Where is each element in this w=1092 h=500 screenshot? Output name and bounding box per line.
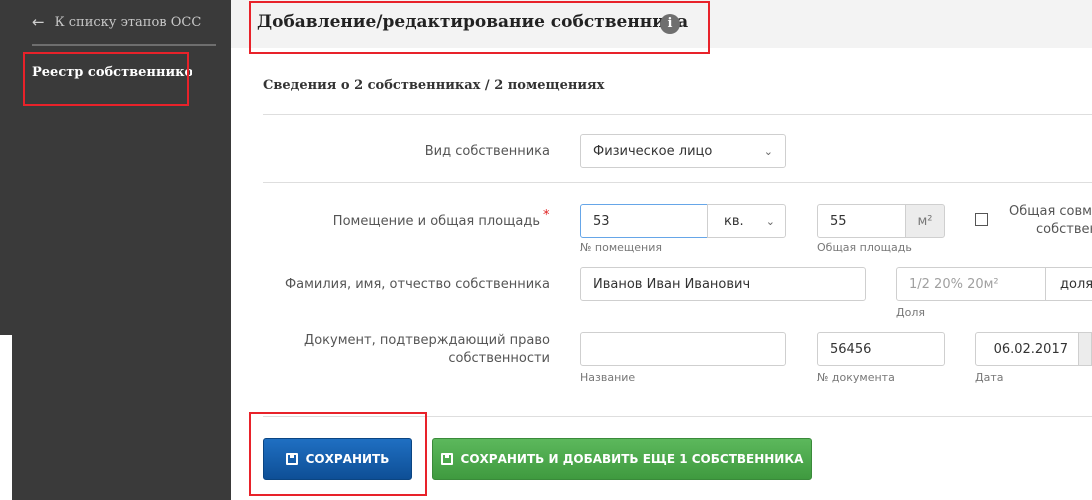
premises-number-value: 53 [593,213,610,229]
save-and-add-button-label: СОХРАНИТЬ И ДОБАВИТЬ ЕЩЕ 1 СОБСТВЕННИКА [460,452,804,466]
document-number-hint: № документа [817,371,895,384]
document-date-hint: Дата [975,371,1004,384]
sidebar-divider [32,44,216,46]
premises-label: Помещение и общая площадь [332,214,540,229]
joint-ownership-checkbox[interactable] [975,213,988,226]
save-button[interactable]: СОХРАНИТЬ [263,438,412,480]
owner-type-select[interactable]: Физическое лицо ⌄ [580,134,786,168]
sidebar [0,0,231,335]
document-date-value: 06.02.2017 [993,341,1068,357]
document-label-line1: Документ, подтверждающий право [304,333,550,348]
share-type-value: доля [1060,276,1092,292]
divider [263,182,1092,183]
owner-name-label: Фамилия, имя, отчество собственника [284,277,550,292]
share-type-select[interactable]: доля [1045,267,1092,301]
area-input[interactable]: 55 [817,204,906,238]
arrow-left-icon: ← [32,13,45,31]
page-title: Добавление/редактирование собственника [257,12,689,32]
document-number-input[interactable]: 56456 [817,332,945,366]
info-icon[interactable]: i [660,14,680,34]
document-name-hint: Название [580,371,636,384]
area-hint: Общая площадь [817,241,912,254]
owner-name-value: Иванов Иван Иванович [593,276,751,292]
chevron-down-icon: ⌄ [765,214,775,228]
document-number-value: 56456 [830,341,872,357]
owner-type-value: Физическое лицо [593,143,713,159]
divider [263,416,1092,417]
share-hint: Доля [896,306,925,319]
owner-type-label: Вид собственника [424,144,550,159]
chevron-down-icon: ⌄ [763,144,773,158]
share-placeholder: 1/2 20% 20м² [909,276,999,292]
back-to-stages-link[interactable]: ← К списку этапов ОСС [32,13,201,31]
area-unit-addon: м² [905,204,945,238]
calendar-addon[interactable] [1078,332,1092,366]
premises-number-hint: № помещения [580,241,663,254]
joint-ownership-label-line1: Общая совме [1009,204,1092,219]
joint-ownership-label-line2: собствен [1036,222,1092,237]
owner-name-input[interactable]: Иванов Иван Иванович [580,267,866,301]
area-value: 55 [830,213,847,229]
document-name-input[interactable] [580,332,786,366]
premises-type-value: кв. [724,213,744,229]
premises-number-input[interactable]: 53 [580,204,708,238]
save-and-add-button[interactable]: СОХРАНИТЬ И ДОБАВИТЬ ЕЩЕ 1 СОБСТВЕННИКА [432,438,812,480]
save-button-label: СОХРАНИТЬ [305,452,390,466]
document-date-input[interactable]: 06.02.2017 [975,332,1079,366]
floppy-disk-icon [440,453,453,465]
divider [263,114,1092,115]
required-mark: * [543,208,550,223]
document-label-line2: собственности [448,351,550,366]
sidebar-lower [12,335,231,500]
share-input[interactable]: 1/2 20% 20м² [896,267,1046,301]
floppy-disk-icon [285,453,298,465]
owners-summary: Сведения о 2 собственниках / 2 помещения… [263,78,605,93]
premises-type-select[interactable]: кв. ⌄ [707,204,786,238]
back-link-label: К списку этапов ОСС [54,14,202,30]
sidebar-item-owners-registry[interactable]: Реестр собственников [32,65,192,80]
